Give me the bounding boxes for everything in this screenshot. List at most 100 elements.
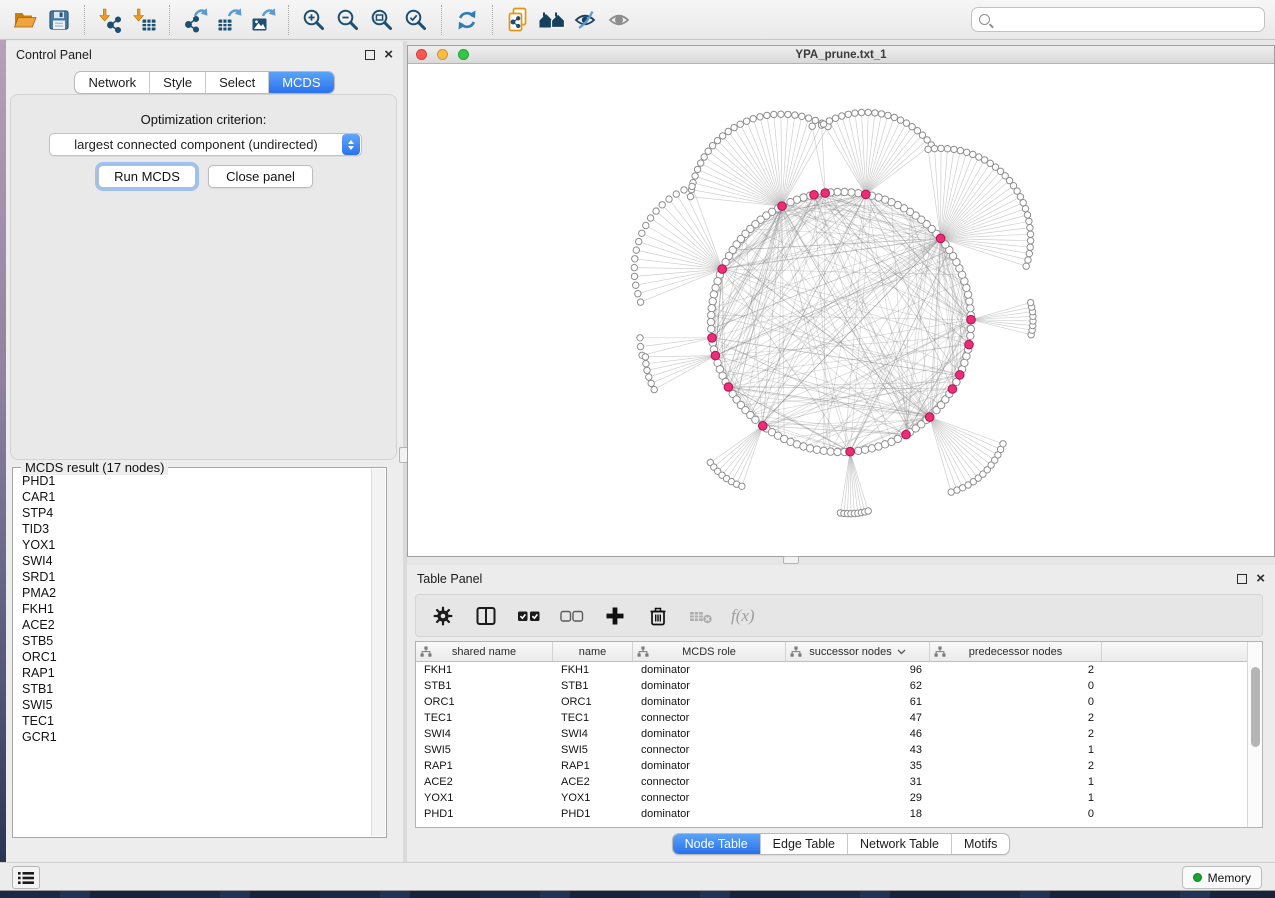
graph-node[interactable] — [855, 447, 862, 454]
graph-leaf-node[interactable] — [637, 343, 643, 349]
graph-leaf-node[interactable] — [643, 222, 649, 228]
graph-leaf-node[interactable] — [757, 114, 763, 120]
graph-leaf-node[interactable] — [643, 361, 649, 367]
graph-leaf-node[interactable] — [1023, 263, 1029, 269]
graph-leaf-node[interactable] — [648, 380, 654, 386]
graph-leaf-node[interactable] — [931, 145, 937, 151]
graph-leaf-node[interactable] — [720, 133, 726, 139]
graph-node[interactable] — [848, 189, 855, 196]
graph-node[interactable] — [834, 188, 841, 195]
graph-node[interactable] — [707, 318, 714, 325]
graph-leaf-node[interactable] — [891, 114, 897, 120]
graph-hub-node[interactable] — [759, 422, 768, 431]
graph-hub-node[interactable] — [936, 234, 945, 243]
graph-node[interactable] — [841, 188, 848, 195]
table-row[interactable]: RAP1RAP1dominator352 — [416, 758, 1262, 774]
graph-node[interactable] — [708, 325, 715, 332]
graph-node[interactable] — [967, 332, 974, 339]
graph-leaf-node[interactable] — [1022, 206, 1028, 212]
mcds-result-item[interactable]: RAP1 — [22, 665, 371, 681]
graph-leaf-node[interactable] — [872, 110, 878, 116]
graph-hub-node[interactable] — [925, 413, 934, 422]
graph-node[interactable] — [963, 353, 970, 360]
graph-leaf-node[interactable] — [653, 208, 659, 214]
zoom-selected-button[interactable] — [399, 4, 433, 36]
window-close-traffic-light[interactable] — [416, 49, 427, 60]
graph-leaf-node[interactable] — [637, 335, 643, 341]
graph-leaf-node[interactable] — [739, 483, 745, 489]
graph-leaf-node[interactable] — [845, 111, 851, 117]
graph-hub-node[interactable] — [810, 191, 819, 200]
graph-leaf-node[interactable] — [865, 109, 871, 115]
graph-leaf-node[interactable] — [852, 110, 858, 116]
graph-leaf-node[interactable] — [1027, 244, 1033, 250]
graph-leaf-node[interactable] — [698, 160, 704, 166]
graph-leaf-node[interactable] — [631, 273, 637, 279]
tab-edge-table[interactable]: Edge Table — [760, 834, 847, 854]
graph-leaf-node[interactable] — [858, 109, 864, 115]
graph-node[interactable] — [967, 305, 974, 312]
graph-leaf-node[interactable] — [637, 299, 643, 305]
graph-node[interactable] — [712, 284, 719, 291]
table-row[interactable]: PHD1PHD1dominator180 — [416, 806, 1262, 822]
graph-node[interactable] — [708, 305, 715, 312]
graph-node[interactable] — [806, 445, 813, 452]
graph-leaf-node[interactable] — [1025, 257, 1031, 263]
table-row[interactable]: ORC1ORC1dominator610 — [416, 694, 1262, 710]
search-input[interactable] — [996, 13, 1257, 27]
graph-leaf-node[interactable] — [938, 145, 944, 151]
tab-network-table[interactable]: Network Table — [847, 834, 951, 854]
graph-leaf-node[interactable] — [647, 215, 653, 221]
zoom-in-button[interactable] — [297, 4, 331, 36]
graph-hub-node[interactable] — [711, 351, 720, 360]
table-settings-button[interactable] — [430, 603, 456, 629]
graph-leaf-node[interactable] — [925, 146, 931, 152]
refresh-layout-button[interactable] — [450, 4, 484, 36]
memory-button[interactable]: Memory — [1182, 866, 1262, 889]
export-table-button[interactable] — [212, 4, 246, 36]
graph-leaf-node[interactable] — [1026, 250, 1032, 256]
float-panel-icon[interactable] — [365, 50, 375, 60]
mcds-result-item[interactable]: STB1 — [22, 681, 371, 697]
graph-leaf-node[interactable] — [809, 123, 815, 129]
tab-style[interactable]: Style — [149, 72, 205, 93]
graph-leaf-node[interactable] — [737, 121, 743, 127]
graph-leaf-node[interactable] — [631, 264, 637, 270]
graph-leaf-node[interactable] — [764, 112, 770, 118]
table-row[interactable]: STB1STB1dominator620 — [416, 678, 1262, 694]
graph-leaf-node[interactable] — [635, 291, 641, 297]
graph-leaf-node[interactable] — [897, 117, 903, 123]
zoom-fit-button[interactable] — [365, 4, 399, 36]
table-scrollbar-thumb[interactable] — [1251, 667, 1260, 747]
window-minimize-traffic-light[interactable] — [437, 49, 448, 60]
deselect-all-button[interactable] — [559, 603, 585, 629]
graph-leaf-node[interactable] — [951, 146, 957, 152]
graph-hub-node[interactable] — [718, 265, 727, 274]
tab-node-table[interactable]: Node Table — [673, 834, 760, 854]
close-table-panel-icon[interactable]: × — [1256, 574, 1265, 584]
graph-hub-node[interactable] — [862, 190, 871, 199]
mcds-result-item[interactable]: ORC1 — [22, 649, 371, 665]
mcds-result-item[interactable]: PMA2 — [22, 585, 371, 601]
graph-leaf-node[interactable] — [709, 143, 715, 149]
graph-leaf-node[interactable] — [731, 124, 737, 130]
graph-leaf-node[interactable] — [694, 166, 700, 172]
horizontal-splitter[interactable] — [407, 557, 1275, 565]
graph-leaf-node[interactable] — [1027, 225, 1033, 231]
graph-node[interactable] — [966, 298, 973, 305]
graph-leaf-node[interactable] — [644, 367, 650, 373]
graph-leaf-node[interactable] — [632, 256, 638, 262]
graph-leaf-node[interactable] — [651, 386, 657, 392]
table-scrollbar[interactable] — [1247, 642, 1262, 827]
network-snapshot-button[interactable] — [501, 4, 535, 36]
graph-leaf-node[interactable] — [903, 120, 909, 126]
add-column-button[interactable] — [602, 603, 628, 629]
graph-node[interactable] — [964, 291, 971, 298]
column-header-shared-name[interactable]: shared name — [416, 642, 553, 661]
graph-leaf-node[interactable] — [885, 112, 891, 118]
mcds-result-item[interactable]: PHD1 — [22, 473, 371, 489]
graph-leaf-node[interactable] — [689, 183, 695, 189]
tab-motifs[interactable]: Motifs — [951, 834, 1009, 854]
graph-leaf-node[interactable] — [666, 196, 672, 202]
network-window-titlebar[interactable]: YPA_prune.txt_1 — [408, 46, 1274, 64]
